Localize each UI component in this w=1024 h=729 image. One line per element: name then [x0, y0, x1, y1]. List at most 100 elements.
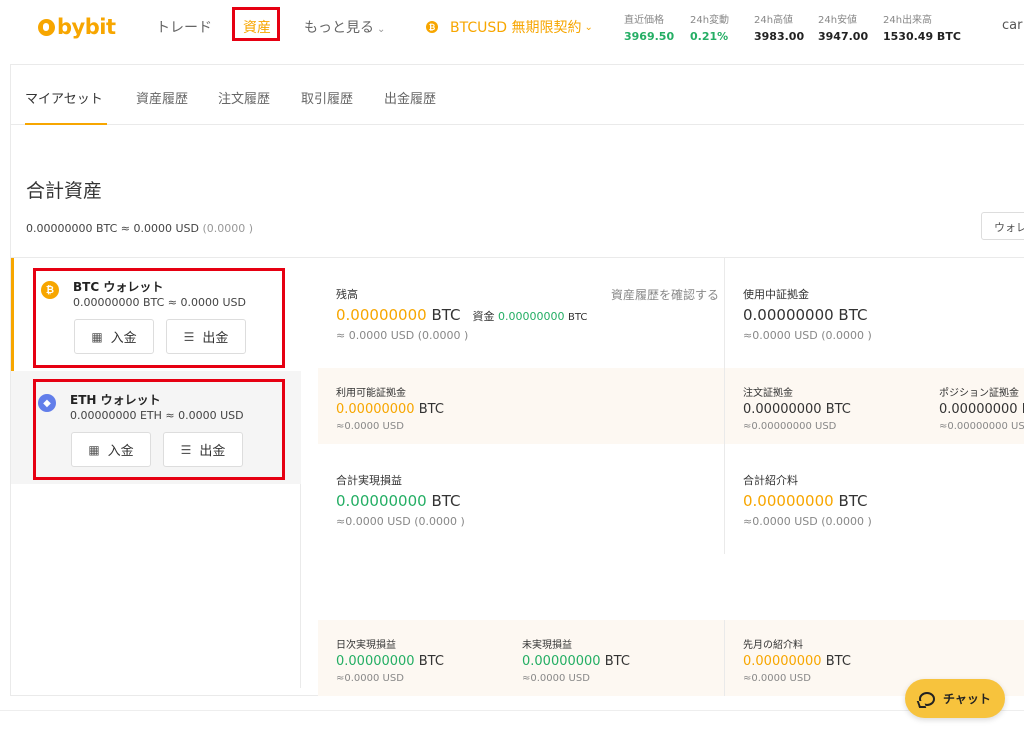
available-margin-value: 0.00000000 BTC — [336, 402, 444, 417]
bybit-logo[interactable]: bybit — [38, 14, 116, 40]
total-referral-value: 0.00000000 BTC — [743, 492, 872, 510]
total-realized-pnl-label: 合計実現損益 — [336, 474, 402, 487]
daily-realized-pnl-unit: BTC — [418, 654, 444, 669]
page-bottom-divider — [0, 710, 1024, 711]
unrealized-pnl-usd: ≈0.0000 USD — [522, 673, 590, 684]
chevron-down-icon: ⌄ — [584, 21, 593, 33]
unrealized-pnl-unit: BTC — [604, 654, 630, 669]
highlight-box-assets — [232, 7, 280, 41]
tab-asset-history[interactable]: 資産履歴 — [136, 88, 188, 107]
details-row-margins: 利用可能証拠金 0.00000000 BTC ≈0.0000 USD 注文証拠金… — [318, 368, 1024, 444]
available-margin-label: 利用可能証拠金 — [336, 388, 406, 399]
nav-contract-selector[interactable]: ₿ BTCUSD 無期限契約 ⌄ — [426, 17, 593, 37]
nav-more[interactable]: もっと見る ⌄ — [304, 17, 385, 37]
used-margin-cell: 使用中証拠金 0.00000000 BTC ≈0.0000 USD (0.000… — [743, 286, 872, 342]
ticker-label: 24h高値 — [754, 15, 794, 26]
funds: 資金 0.00000000 BTC — [473, 310, 588, 323]
ticker-last-price: 直近価格 3969.50 — [624, 11, 674, 43]
funds-label: 資金 — [472, 310, 495, 323]
total-referral-unit: BTC — [838, 492, 868, 510]
unrealized-pnl-value: 0.00000000 BTC — [522, 654, 630, 669]
balance-usd: ≈ 0.0000 USD (0.0000 ) — [336, 329, 469, 342]
chevron-down-icon: ⌄ — [377, 24, 386, 35]
nav-more-label: もっと見る — [304, 20, 374, 36]
user-account-menu[interactable]: car — [1002, 18, 1022, 33]
order-margin-usd: ≈0.00000000 USD — [743, 421, 837, 432]
chat-bubble-icon — [919, 691, 936, 706]
bitcoin-icon: ₿ — [426, 21, 438, 33]
order-margin-label: 注文証拠金 — [743, 388, 793, 399]
details-row-balance: 残高 0.00000000 BTC 資金 0.00000000 BTC ≈ 0.0… — [318, 258, 1024, 368]
last-month-referral-usd: ≈0.0000 USD — [743, 673, 811, 684]
last-month-referral-amount: 0.00000000 — [743, 654, 822, 669]
highlight-box-btc-wallet — [33, 268, 285, 368]
ticker-value: 3947.00 — [818, 30, 869, 43]
available-margin-cell: 利用可能証拠金 0.00000000 BTC ≈0.0000 USD — [336, 384, 444, 432]
ticker-value: 3983.00 — [754, 30, 805, 43]
ticker-24h-volume: 24h出来高 1530.49 BTC — [883, 11, 961, 43]
daily-realized-pnl-cell: 日次実現損益 0.00000000 BTC ≈0.0000 USD — [336, 636, 444, 684]
assets-card: マイアセット 資産履歴 注文履歴 取引履歴 出金履歴 合計資産 0.000000… — [10, 64, 1024, 696]
ticker-value: 0.21% — [690, 30, 729, 43]
page-title: 合計資産 — [26, 180, 103, 202]
spacer — [318, 554, 1024, 620]
ticker-value: 3969.50 — [624, 30, 675, 43]
balance-unit: BTC — [431, 306, 461, 324]
used-margin-label: 使用中証拠金 — [743, 288, 809, 301]
balance-value: 0.00000000 BTC 資金 0.00000000 BTC — [336, 306, 587, 324]
ticker-24h-change: 24h変動 0.21% — [690, 11, 729, 43]
position-margin-label: ポジション証拠金 — [939, 388, 1019, 399]
details-row-pnl: 合計実現損益 0.00000000 BTC ≈0.0000 USD (0.000… — [318, 444, 1024, 554]
logo-icon — [38, 18, 55, 36]
last-month-referral-unit: BTC — [825, 654, 851, 669]
ticker-label: 24h出来高 — [883, 15, 933, 26]
wallet-button[interactable]: ウォレ — [981, 212, 1024, 240]
wallet-details: 残高 0.00000000 BTC 資金 0.00000000 BTC ≈ 0.0… — [318, 258, 1024, 696]
position-margin-cell: ポジション証拠金 0.00000000 BT ≈0.00000000 USD — [939, 384, 1024, 432]
daily-realized-pnl-value: 0.00000000 BTC — [336, 654, 444, 669]
available-margin-usd: ≈0.0000 USD — [336, 421, 404, 432]
total-referral-label: 合計紹介料 — [743, 474, 798, 487]
ticker-label: 24h変動 — [690, 15, 730, 26]
ticker-label: 直近価格 — [624, 15, 664, 26]
nav-trade[interactable]: トレード — [156, 17, 212, 37]
balance-amount: 0.00000000 — [336, 306, 427, 324]
used-margin-value: 0.00000000 BTC — [743, 306, 868, 324]
ticker-24h-high: 24h高値 3983.00 — [754, 11, 804, 43]
column-divider — [724, 258, 725, 696]
tab-order-history[interactable]: 注文履歴 — [218, 88, 270, 107]
top-header: bybit トレード 資産 もっと見る ⌄ ₿ BTCUSD 無期限契約 ⌄ 直近価格… — [0, 0, 1024, 56]
position-margin-value: 0.00000000 BT — [939, 402, 1024, 417]
total-referral-cell: 合計紹介料 0.00000000 BTC ≈0.0000 USD (0.0000… — [743, 472, 872, 528]
total-referral-amount: 0.00000000 — [743, 492, 834, 510]
unrealized-pnl-amount: 0.00000000 — [522, 654, 601, 669]
total-referral-usd: ≈0.0000 USD (0.0000 ) — [743, 515, 872, 528]
total-realized-pnl-cell: 合計実現損益 0.00000000 BTC ≈0.0000 USD (0.000… — [336, 472, 465, 528]
chat-label: チャット — [943, 692, 991, 706]
summary-value: 0.00000000 BTC ≈ 0.0000 USD — [26, 222, 199, 235]
summary-muted: (0.0000 ) — [202, 222, 254, 235]
tab-withdrawal-history[interactable]: 出金履歴 — [384, 88, 436, 107]
total-realized-pnl-value: 0.00000000 BTC — [336, 492, 465, 510]
tab-my-assets[interactable]: マイアセット — [25, 88, 103, 107]
ticker-label: 24h安値 — [818, 15, 858, 26]
active-tab-indicator — [25, 123, 107, 125]
tab-trade-history[interactable]: 取引履歴 — [301, 88, 353, 107]
logo-text: bybit — [57, 15, 116, 39]
daily-realized-pnl-label: 日次実現損益 — [336, 640, 396, 651]
view-asset-history-link[interactable]: 資産履歴を確認する — [611, 286, 719, 303]
balance-label: 残高 — [336, 288, 358, 301]
total-assets-summary: 0.00000000 BTC ≈ 0.0000 USD (0.0000 ) — [26, 222, 253, 235]
balance-cell: 残高 0.00000000 BTC 資金 0.00000000 BTC ≈ 0.0… — [336, 286, 587, 342]
available-margin-unit: BTC — [418, 402, 444, 417]
asset-tabs: マイアセット 資産履歴 注文履歴 取引履歴 出金履歴 — [11, 65, 1024, 125]
daily-realized-pnl-usd: ≈0.0000 USD — [336, 673, 404, 684]
position-margin-usd: ≈0.00000000 USD — [939, 421, 1024, 432]
total-realized-pnl-usd: ≈0.0000 USD (0.0000 ) — [336, 515, 465, 528]
daily-realized-pnl-amount: 0.00000000 — [336, 654, 415, 669]
chat-button[interactable]: チャット — [905, 679, 1005, 718]
available-margin-amount: 0.00000000 — [336, 402, 415, 417]
order-margin-value: 0.00000000 BTC — [743, 402, 851, 417]
funds-unit: BTC — [568, 312, 588, 323]
funds-value: 0.00000000 — [498, 310, 565, 323]
